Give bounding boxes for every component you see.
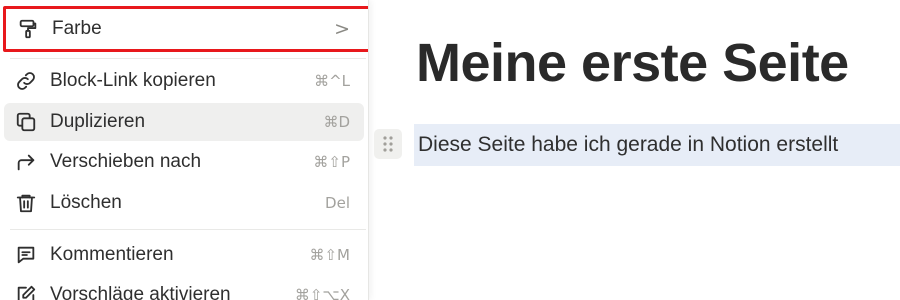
- shortcut-hint: Del: [325, 194, 350, 212]
- shortcut-hint: ⌘⇧P: [313, 153, 350, 171]
- menu-item-move-to[interactable]: Verschieben nach ⌘⇧P: [4, 143, 364, 181]
- menu-item-label: Block-Link kopieren: [50, 70, 216, 91]
- move-arrow-icon: [14, 150, 38, 174]
- menu-item-label: Löschen: [50, 192, 122, 213]
- shortcut-hint: ⌘⇧M: [309, 246, 350, 264]
- menu-item-label: Duplizieren: [50, 111, 146, 132]
- shortcut-hint: ⌘D: [323, 113, 350, 131]
- comment-icon: [14, 243, 38, 267]
- paint-roller-icon: [16, 17, 40, 41]
- drag-handle-icon[interactable]: [374, 129, 402, 159]
- shortcut-hint: ⌘^L: [314, 72, 350, 90]
- suggest-edit-icon: [14, 283, 38, 300]
- menu-item-suggest-edits[interactable]: Vorschläge aktivieren ⌘⇧⌥X: [4, 276, 364, 300]
- menu-divider: [10, 58, 366, 59]
- selected-text-block[interactable]: Diese Seite habe ich gerade in Notion er…: [414, 124, 900, 166]
- menu-item-comment[interactable]: Kommentieren ⌘⇧M: [4, 236, 364, 274]
- menu-item-duplicate[interactable]: Duplizieren ⌘D: [4, 103, 364, 141]
- menu-item-color[interactable]: Farbe >: [3, 6, 368, 52]
- menu-item-label: Farbe: [52, 18, 102, 39]
- trash-icon: [14, 191, 38, 215]
- shortcut-hint: ⌘⇧⌥X: [294, 286, 350, 300]
- page-title[interactable]: Meine erste Seite: [416, 32, 849, 94]
- duplicate-icon: [14, 110, 38, 134]
- chevron-right-icon: >: [334, 18, 350, 40]
- menu-item-label: Vorschläge aktivieren: [50, 284, 231, 300]
- block-context-menu: Farbe > Block-Link kopieren ⌘^L Duplizie…: [0, 0, 369, 300]
- link-icon: [14, 69, 38, 93]
- menu-item-delete[interactable]: Löschen Del: [4, 184, 364, 222]
- menu-item-label: Verschieben nach: [50, 151, 202, 172]
- menu-item-label: Kommentieren: [50, 244, 174, 265]
- menu-item-copy-block-link[interactable]: Block-Link kopieren ⌘^L: [4, 62, 364, 100]
- block-text: Diese Seite habe ich gerade in Notion er…: [418, 133, 839, 156]
- menu-divider: [10, 229, 366, 230]
